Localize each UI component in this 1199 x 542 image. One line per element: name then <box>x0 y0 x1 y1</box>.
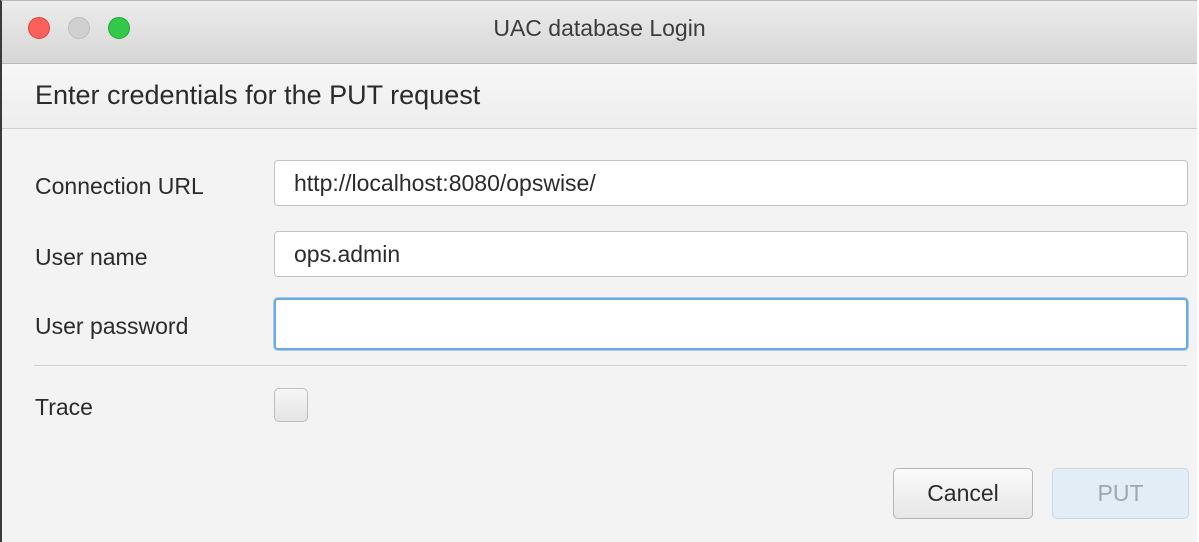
user-name-input[interactable] <box>274 231 1188 277</box>
connection-url-input[interactable] <box>274 160 1188 206</box>
header-text: Enter credentials for the PUT request <box>35 80 481 110</box>
trace-checkbox[interactable] <box>274 388 308 422</box>
connection-url-label: Connection URL <box>35 173 204 199</box>
login-dialog-window: UAC database Login Enter credentials for… <box>0 0 1197 542</box>
user-password-input[interactable] <box>274 298 1188 350</box>
trace-label: Trace <box>35 394 93 420</box>
title-bar[interactable]: UAC database Login <box>2 1 1197 64</box>
put-button[interactable]: PUT <box>1052 468 1189 519</box>
user-name-label: User name <box>35 244 148 270</box>
form-content: Connection URL User name User password T… <box>2 129 1197 542</box>
form-divider <box>34 365 1187 366</box>
window-title: UAC database Login <box>493 15 706 41</box>
user-password-label: User password <box>35 313 189 339</box>
dialog-header: Enter credentials for the PUT request <box>2 64 1197 129</box>
cancel-button[interactable]: Cancel <box>893 468 1033 519</box>
